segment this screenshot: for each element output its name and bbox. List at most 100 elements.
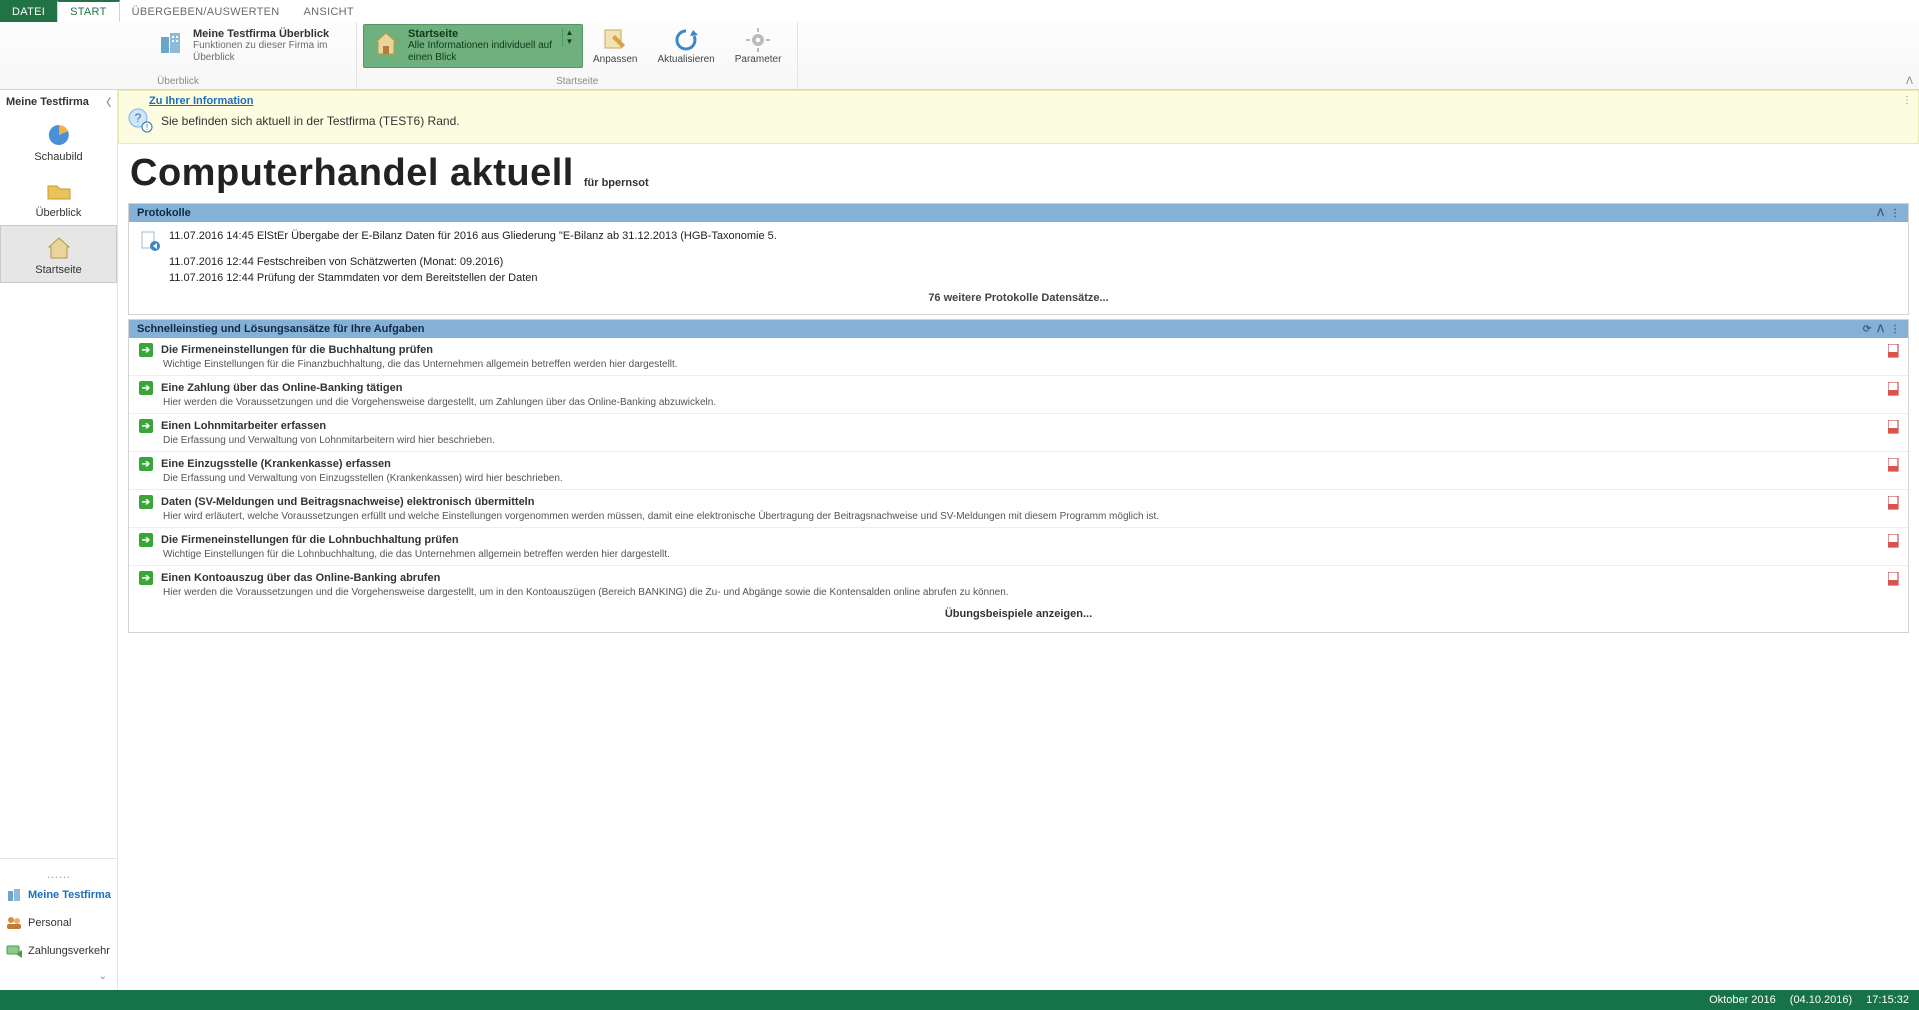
tab-uebergeben[interactable]: ÜBERGEBEN/AUSWERTEN [120, 0, 292, 22]
gear-icon [744, 26, 772, 54]
pdf-icon[interactable] [1888, 344, 1900, 358]
document-export-icon [139, 230, 161, 252]
module-testfirma[interactable]: Meine Testfirma [2, 881, 115, 909]
module-testfirma-label: Meine Testfirma [28, 889, 111, 901]
pdf-icon[interactable] [1888, 572, 1900, 586]
page-title-for: für bpernsot [584, 177, 649, 195]
task-row[interactable]: ➔ Eine Einzugsstelle (Krankenkasse) erfas… [129, 452, 1908, 490]
page-title: Computerhandel aktuell [130, 152, 574, 195]
tab-datei[interactable]: DATEI [0, 0, 57, 22]
go-arrow-icon: ➔ [139, 343, 153, 357]
ribbon-start-split[interactable]: ▲ ▼ [562, 28, 576, 46]
pdf-icon[interactable] [1888, 420, 1900, 434]
tab-start[interactable]: START [57, 0, 120, 22]
panel-protokolle-title: Protokolle [137, 207, 191, 219]
module-zahlungsverkehr[interactable]: Zahlungsverkehr [2, 937, 115, 965]
ribbon-start-title: Startseite [408, 28, 558, 40]
info-bar: Zu Ihrer Information ?! Sie befinden sic… [118, 90, 1919, 144]
home-icon [370, 28, 402, 60]
pdf-icon[interactable] [1888, 458, 1900, 472]
left-nav: Meine Testfirma 〈 Schaubild Überblick [0, 90, 118, 990]
go-arrow-icon: ➔ [139, 533, 153, 547]
go-arrow-icon: ➔ [139, 457, 153, 471]
ribbon-anpassen-label: Anpassen [593, 54, 637, 65]
task-title: Die Firmeneinstellungen für die Buchhalt… [161, 344, 433, 356]
nav-startseite[interactable]: Startseite [0, 225, 117, 283]
log-row-1[interactable]: 11.07.2016 12:44 Festschreiben von Schät… [169, 256, 503, 268]
task-title: Die Firmeneinstellungen für die Lohnbuch… [161, 534, 459, 546]
chevron-up-icon: ▲ [563, 28, 576, 37]
folder-icon [45, 177, 73, 205]
ribbon-startseite-button[interactable]: Startseite Alle Informationen individuel… [363, 24, 583, 68]
info-bar-text: Sie befinden sich aktuell in der Testfir… [161, 114, 460, 128]
ribbon-parameter-button[interactable]: Parameter [725, 24, 792, 65]
nav-ueberblick[interactable]: Überblick [0, 169, 117, 225]
status-date: (04.10.2016) [1790, 994, 1852, 1006]
customize-icon [601, 26, 629, 54]
content-area: Zu Ihrer Information ?! Sie befinden sic… [118, 90, 1919, 990]
go-arrow-icon: ➔ [139, 419, 153, 433]
task-desc: Die Erfassung und Verwaltung von Einzugs… [139, 471, 1886, 484]
panel-protokolle: Protokolle ᐱ ⋮ 11.07.2016 14:45 ElStEr Ü… [128, 203, 1909, 315]
panel-tasks-collapse-icon[interactable]: ᐱ [1877, 324, 1884, 335]
ribbon-aktualisieren-button[interactable]: Aktualisieren [647, 24, 724, 65]
module-zahlungsverkehr-label: Zahlungsverkehr [28, 945, 110, 957]
task-row[interactable]: ➔ Einen Lohnmitarbeiter erfassenDie Erfas… [129, 414, 1908, 452]
info-help-icon: ?! [127, 107, 155, 135]
pdf-icon[interactable] [1888, 382, 1900, 396]
panel-tasks-menu-icon[interactable]: ⋮ [1890, 324, 1900, 335]
ribbon-group-overview-label: Überblick [6, 76, 350, 89]
building-icon [155, 28, 187, 60]
log-row-2[interactable]: 11.07.2016 12:44 Prüfung der Stammdaten … [169, 272, 538, 284]
panel-tasks: Schnelleinstieg und Lösungsansätze für I… [128, 319, 1909, 633]
task-title: Daten (SV-Meldungen und Beitragsnachweis… [161, 496, 534, 508]
pdf-icon[interactable] [1888, 534, 1900, 548]
task-desc: Die Erfassung und Verwaltung von Lohnmit… [139, 433, 1886, 446]
ribbon-anpassen-button[interactable]: Anpassen [583, 24, 647, 65]
panel-protokolle-collapse-icon[interactable]: ᐱ [1877, 208, 1884, 219]
payment-icon [6, 943, 22, 959]
task-row[interactable]: ➔ Daten (SV-Meldungen und Beitragsnachwei… [129, 490, 1908, 528]
task-row[interactable]: ➔ Die Firmeneinstellungen für die Buchhal… [129, 338, 1908, 376]
ribbon-parameter-label: Parameter [735, 54, 782, 65]
tab-ansicht[interactable]: ANSICHT [292, 0, 366, 22]
go-arrow-icon: ➔ [139, 495, 153, 509]
ribbon-overview-title: Meine Testfirma Überblick [193, 28, 343, 40]
protokolle-more-link[interactable]: 76 weitere Protokolle Datensätze... [129, 284, 1908, 314]
task-title: Eine Einzugsstelle (Krankenkasse) erfass… [161, 458, 391, 470]
leftnav-collapse-icon[interactable]: 〈 [101, 94, 111, 109]
log-row-0[interactable]: 11.07.2016 14:45 ElStEr Übergabe der E-B… [169, 230, 777, 242]
ribbon-start-sub: Alle Informationen individuell auf einen… [408, 40, 558, 64]
refresh-icon [672, 26, 700, 54]
nav-schaubild-label: Schaubild [34, 151, 82, 163]
task-title: Einen Lohnmitarbeiter erfassen [161, 420, 326, 432]
task-desc: Wichtige Einstellungen für die Finanzbuc… [139, 357, 1886, 370]
building-small-icon [6, 887, 22, 903]
status-bar: Oktober 2016 (04.10.2016) 17:15:32 [0, 990, 1919, 1010]
ribbon-overview-sub: Funktionen zu dieser Firma im Überblick [193, 40, 343, 64]
task-list: ➔ Die Firmeneinstellungen für die Buchhal… [129, 338, 1908, 598]
ribbon: Meine Testfirma Überblick Funktionen zu … [0, 22, 1919, 90]
status-time: 17:15:32 [1866, 994, 1909, 1006]
task-desc: Wichtige Einstellungen für die Lohnbuchh… [139, 547, 1886, 560]
pdf-icon[interactable] [1888, 496, 1900, 510]
info-bar-menu-icon[interactable]: ⋮ [1902, 95, 1912, 106]
task-row[interactable]: ➔Eine Zahlung über das Online-Banking tä… [129, 376, 1908, 414]
go-arrow-icon: ➔ [139, 571, 153, 585]
panel-tasks-refresh-icon[interactable]: ⟳ [1863, 324, 1871, 335]
task-row[interactable]: ➔ Die Firmeneinstellungen für die Lohnbuc… [129, 528, 1908, 566]
task-training-link[interactable]: Übungsbeispiele anzeigen... [129, 598, 1908, 632]
ribbon-overview-button[interactable]: Meine Testfirma Überblick Funktionen zu … [148, 24, 350, 68]
info-bar-title[interactable]: Zu Ihrer Information [127, 95, 1910, 107]
nav-schaubild[interactable]: Schaubild [0, 113, 117, 169]
ribbon-collapse-button[interactable]: ᐱ [1906, 76, 1913, 87]
module-personal[interactable]: Personal [2, 909, 115, 937]
module-expand-icon[interactable]: ⌄ [2, 965, 115, 982]
panel-protokolle-menu-icon[interactable]: ⋮ [1890, 208, 1900, 219]
tab-row: DATEI START ÜBERGEBEN/AUSWERTEN ANSICHT [0, 0, 1919, 22]
task-title: Einen Kontoauszug über das Online-Bankin… [161, 572, 440, 584]
nav-ueberblick-label: Überblick [36, 207, 82, 219]
ribbon-aktualisieren-label: Aktualisieren [657, 54, 714, 65]
home-small-icon [45, 234, 73, 262]
task-row[interactable]: ➔ Einen Kontoauszug über das Online-Banki… [129, 566, 1908, 598]
